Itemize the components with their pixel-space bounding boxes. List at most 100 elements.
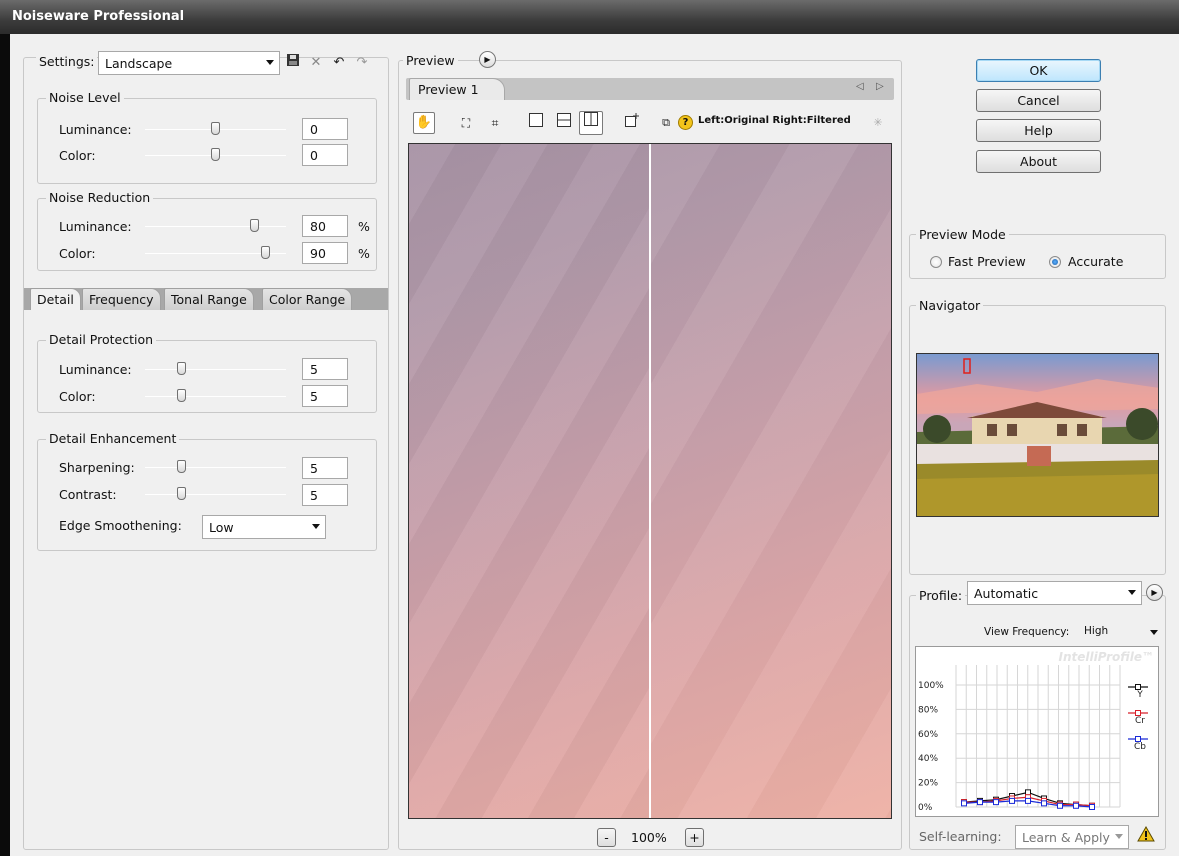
- preview-original-half: [409, 144, 649, 818]
- noise-level-color-input[interactable]: 0: [302, 144, 348, 166]
- tab-tonal-range[interactable]: Tonal Range: [164, 288, 254, 310]
- series-point-y: [1025, 789, 1031, 796]
- legend-marker: [1135, 684, 1141, 690]
- about-button[interactable]: About: [976, 150, 1101, 173]
- chevron-down-icon: [266, 60, 274, 65]
- noise-reduction-luminance-thumb[interactable]: [250, 219, 259, 232]
- detail-protection-legend: Detail Protection: [46, 332, 157, 347]
- intelliprofile-chart: IntelliProfile™ 100% 80% 60% 40% 20% 0% Y Cr Cb: [915, 646, 1159, 817]
- detail-protection-luminance-label: Luminance:: [59, 362, 132, 377]
- noise-level-luminance-thumb[interactable]: [211, 122, 220, 135]
- preview-menu-icon[interactable]: ▶: [479, 51, 496, 68]
- percent-unit: %: [358, 219, 370, 234]
- y-tick-label: 0%: [918, 803, 933, 813]
- contrast-slider[interactable]: [145, 494, 286, 495]
- noise-reduction-luminance-value: 80: [310, 219, 326, 234]
- profile-select[interactable]: Automatic: [967, 581, 1142, 605]
- self-learning-value: Learn & Apply: [1022, 830, 1110, 845]
- compare-icon[interactable]: ⧉: [656, 113, 676, 133]
- legend-label: Cb: [1134, 742, 1146, 752]
- ok-button[interactable]: OK: [976, 59, 1101, 82]
- fast-preview-radio[interactable]: [930, 256, 942, 268]
- preview-tab-label: Preview 1: [418, 82, 479, 97]
- zoom-region-icon[interactable]: ⌗: [485, 113, 505, 133]
- title-bar: Noiseware Professional: [0, 0, 1179, 34]
- accurate-radio[interactable]: [1049, 256, 1061, 268]
- noise-level-luminance-input[interactable]: 0: [302, 118, 348, 140]
- split-horizontal-icon[interactable]: [554, 113, 574, 133]
- chevron-down-icon: [1128, 590, 1136, 595]
- detail-protection-luminance-thumb[interactable]: [177, 362, 186, 375]
- noise-level-color-label: Color:: [59, 148, 96, 163]
- noise-reduction-legend: Noise Reduction: [46, 190, 154, 205]
- single-view-icon[interactable]: [526, 113, 546, 133]
- cancel-button[interactable]: Cancel: [976, 89, 1101, 112]
- detail-protection-color-thumb[interactable]: [177, 389, 186, 402]
- view-frequency-label: View Frequency:: [984, 626, 1070, 638]
- hand-tool-icon[interactable]: ✋: [413, 112, 435, 134]
- noise-reduction-luminance-label: Luminance:: [59, 219, 132, 234]
- tab-detail[interactable]: Detail: [30, 288, 81, 310]
- noise-reduction-luminance-input[interactable]: 80: [302, 215, 348, 237]
- tab-color-range[interactable]: Color Range: [262, 288, 353, 310]
- view-frequency-value: High: [1084, 625, 1109, 637]
- profile-graph: 100% 80% 60% 40% 20% 0% Y Cr Cb: [918, 665, 1148, 813]
- percent-unit: %: [358, 246, 370, 261]
- delete-icon[interactable]: ✕: [306, 53, 326, 73]
- preview-image[interactable]: [408, 143, 892, 819]
- noise-level-legend: Noise Level: [46, 90, 124, 105]
- tab-scroll-right-icon[interactable]: ▷: [876, 81, 884, 92]
- edge-smoothening-value: Low: [209, 520, 234, 535]
- self-learning-select[interactable]: Learn & Apply: [1015, 825, 1129, 849]
- help-icon[interactable]: ?: [678, 115, 693, 130]
- edge-smoothening-select[interactable]: Low: [202, 515, 326, 539]
- detail-protection-color-slider[interactable]: [145, 396, 286, 397]
- profile-menu-icon[interactable]: ▶: [1146, 584, 1163, 601]
- sharpening-input[interactable]: 5: [302, 457, 348, 479]
- redo-icon[interactable]: ↷: [352, 53, 372, 73]
- split-vertical-icon[interactable]: [579, 111, 603, 135]
- accurate-label[interactable]: Accurate: [1068, 254, 1123, 269]
- preview-tab[interactable]: Preview 1: [409, 78, 505, 100]
- contrast-value: 5: [310, 488, 318, 503]
- noise-reduction-luminance-slider[interactable]: [145, 226, 286, 227]
- profile-value: Automatic: [974, 586, 1039, 601]
- preview-filtered-half: [651, 144, 891, 818]
- noise-reduction-color-thumb[interactable]: [261, 246, 270, 259]
- zoom-in-button[interactable]: +: [685, 828, 704, 847]
- detail-protection-luminance-slider[interactable]: [145, 369, 286, 370]
- tab-scroll-left-icon[interactable]: ◁: [856, 81, 864, 92]
- tab-frequency[interactable]: Frequency: [82, 288, 161, 310]
- contrast-thumb[interactable]: [177, 487, 186, 500]
- sharpening-slider[interactable]: [145, 467, 286, 468]
- noise-reduction-color-input[interactable]: 90: [302, 242, 348, 264]
- zoom-fit-icon[interactable]: ⛶: [456, 113, 476, 133]
- new-window-icon[interactable]: [622, 113, 642, 133]
- navigator-image: [917, 354, 1158, 516]
- undo-icon[interactable]: ↶: [329, 53, 349, 73]
- contrast-input[interactable]: 5: [302, 484, 348, 506]
- sharpening-thumb[interactable]: [177, 460, 186, 473]
- navigator-thumbnail[interactable]: [916, 353, 1159, 517]
- noise-level-color-thumb[interactable]: [211, 148, 220, 161]
- contrast-label: Contrast:: [59, 487, 117, 502]
- series-point-cb: [1025, 797, 1031, 804]
- fast-preview-label[interactable]: Fast Preview: [948, 254, 1026, 269]
- view-frequency-select[interactable]: High: [1081, 622, 1161, 642]
- preview-legend: Preview: [403, 53, 458, 68]
- save-icon[interactable]: [283, 53, 303, 73]
- warning-icon[interactable]: [1137, 825, 1155, 845]
- zoom-out-button[interactable]: -: [597, 828, 616, 847]
- detail-protection-luminance-input[interactable]: 5: [302, 358, 348, 380]
- split-mode-label: Left:Original Right:Filtered: [698, 115, 851, 126]
- series-point-cb: [993, 799, 999, 806]
- detail-protection-color-input[interactable]: 5: [302, 385, 348, 407]
- window-edge: [0, 34, 10, 856]
- y-tick-label: 40%: [918, 754, 938, 764]
- series-point-cb: [1009, 797, 1015, 804]
- preview-mode-legend: Preview Mode: [916, 227, 1009, 242]
- settings-select[interactable]: Landscape: [98, 51, 280, 75]
- self-learning-label: Self-learning:: [919, 829, 1002, 844]
- navigator-legend: Navigator: [916, 298, 984, 313]
- help-button[interactable]: Help: [976, 119, 1101, 142]
